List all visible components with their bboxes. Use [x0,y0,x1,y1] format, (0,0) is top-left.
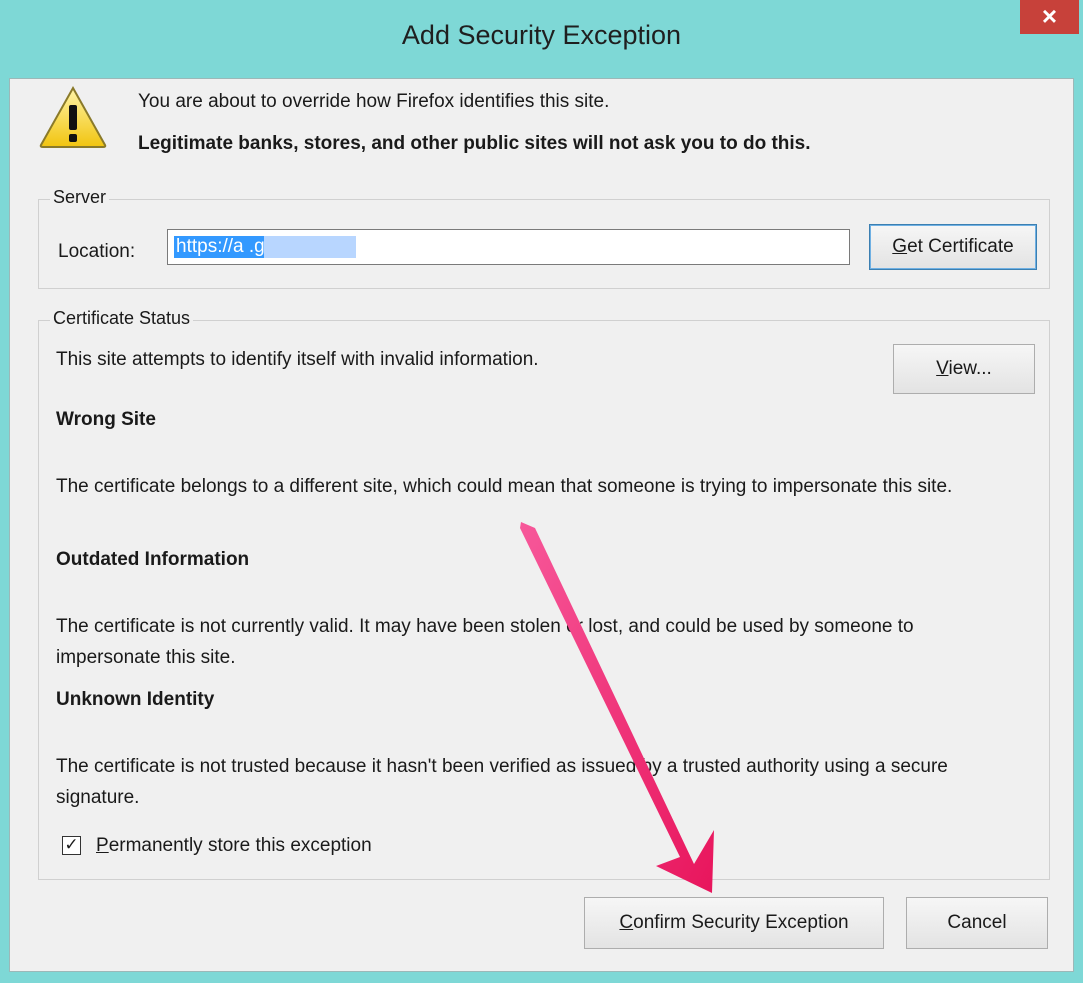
button-label: iew... [948,358,992,379]
intro-line-1: You are about to override how Firefox id… [138,91,610,112]
warning-icon [39,85,107,148]
location-input[interactable]: https://a .gr/ [167,229,850,265]
accesskey: V [936,358,949,379]
button-label: onfirm Security Exception [633,912,849,933]
status-intro: This site attempts to identify itself wi… [56,349,539,370]
location-value: https://a .gr/ [174,236,279,258]
window-title: Add Security Exception [401,20,682,50]
button-label: et Certificate [907,236,1014,257]
dialog-body: You are about to override how Firefox id… [9,78,1074,972]
accesskey: P [96,835,109,856]
section-text-outdated: The certificate is not currently valid. … [56,616,914,668]
section-title-unknown-identity: Unknown Identity [56,689,215,710]
intro-line-2: Legitimate banks, stores, and other publ… [138,133,811,154]
title-bar[interactable]: Add Security Exception × [0,0,1083,78]
section-title-wrong-site: Wrong Site [56,409,156,430]
redacted-region [264,236,356,258]
close-button[interactable]: × [1020,0,1079,34]
confirm-security-exception-button[interactable]: Confirm Security Exception [584,897,884,949]
location-label: Location: [58,241,136,262]
permanent-store-label[interactable]: Permanently store this exception [96,835,372,857]
section-title-outdated: Outdated Information [56,549,250,570]
get-certificate-button[interactable]: Get Certificate [869,224,1037,270]
accesskey: G [892,236,908,257]
certificate-status-legend: Certificate Status [50,308,194,329]
accesskey: C [619,912,634,933]
cancel-button[interactable]: Cancel [906,897,1048,949]
checkbox-label: ermanently store this exception [108,835,372,856]
server-legend: Server [50,187,110,208]
section-text-unknown-identity: The certificate is not trusted because i… [56,756,948,808]
permanent-store-checkbox[interactable]: ✓ [62,836,81,855]
section-text-wrong-site: The certificate belongs to a different s… [56,476,953,497]
view-button[interactable]: View... [893,344,1035,394]
